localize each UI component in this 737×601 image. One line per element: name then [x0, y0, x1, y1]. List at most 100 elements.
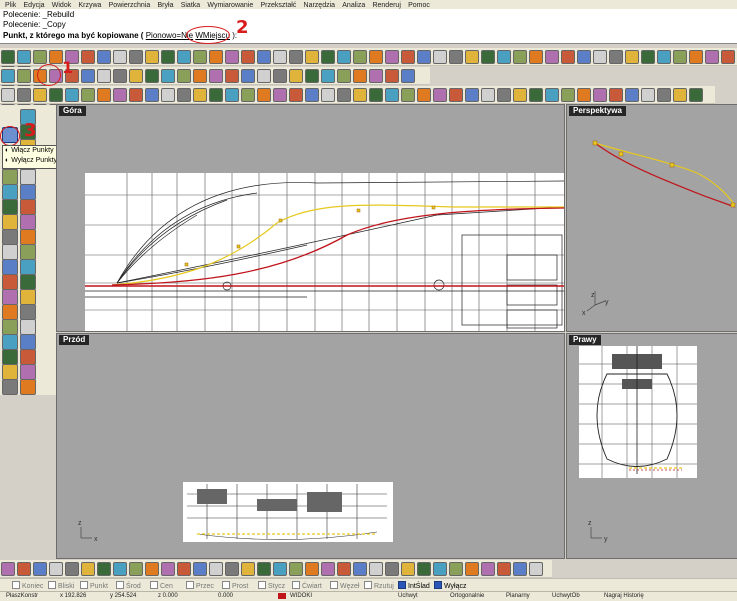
curve-tool-icon[interactable] [353, 69, 367, 83]
surface-tool-icon[interactable] [257, 88, 271, 102]
curve-tool-icon[interactable] [273, 69, 287, 83]
surface-tool-icon[interactable] [273, 88, 287, 102]
left-tool-icon[interactable] [2, 379, 18, 395]
standard-tool-icon[interactable] [657, 50, 671, 64]
surface-tool-icon[interactable] [497, 88, 511, 102]
surface-tool-icon[interactable] [1, 88, 15, 102]
standard-tool-icon[interactable] [465, 50, 479, 64]
surface-tool-icon[interactable] [625, 88, 639, 102]
bottom-tool-icon[interactable] [449, 562, 463, 576]
surface-tool-icon[interactable] [113, 88, 127, 102]
standard-tool-icon[interactable] [673, 50, 687, 64]
viewport-title-perspective[interactable]: Perspektywa [569, 106, 626, 116]
osnap-intslad[interactable]: IntŚlad [398, 581, 430, 591]
standard-tool-icon[interactable] [209, 50, 223, 64]
surface-tool-icon[interactable] [593, 88, 607, 102]
standard-tool-icon[interactable] [337, 50, 351, 64]
standard-tool-icon[interactable] [433, 50, 447, 64]
status-history[interactable]: Nagraj Historię [604, 593, 644, 600]
bottom-tool-icon[interactable] [161, 562, 175, 576]
standard-tool-icon[interactable] [1, 50, 15, 64]
standard-tool-icon[interactable] [161, 50, 175, 64]
standard-tool-icon[interactable] [721, 50, 735, 64]
bottom-tool-icon[interactable] [513, 562, 527, 576]
bottom-tool-icon[interactable] [289, 562, 303, 576]
status-planar[interactable]: Planarny [506, 593, 530, 600]
osnap-tan[interactable]: Stycz [258, 581, 285, 591]
standard-tool-icon[interactable] [49, 50, 63, 64]
standard-tool-icon[interactable] [369, 50, 383, 64]
curve-tool-icon[interactable] [113, 69, 127, 83]
bottom-tool-icon[interactable] [257, 562, 271, 576]
left-tool-icon[interactable] [2, 349, 18, 365]
bottom-tool-icon[interactable] [433, 562, 447, 576]
standard-tool-icon[interactable] [529, 50, 543, 64]
bottom-tool-icon[interactable] [65, 562, 79, 576]
viewport-perspective[interactable]: z y x Perspektywa [566, 104, 737, 332]
surface-tool-icon[interactable] [321, 88, 335, 102]
surface-tool-icon[interactable] [305, 88, 319, 102]
left-tool-icon[interactable] [2, 364, 18, 380]
surface-tool-icon[interactable] [161, 88, 175, 102]
left-tool-icon[interactable] [20, 349, 36, 365]
left-tool-icon[interactable] [2, 289, 18, 305]
standard-tool-icon[interactable] [289, 50, 303, 64]
curve-tool-icon[interactable] [257, 69, 271, 83]
curve-tool-icon[interactable] [241, 69, 255, 83]
surface-tool-icon[interactable] [465, 88, 479, 102]
surface-tool-icon[interactable] [513, 88, 527, 102]
osnap-prost[interactable]: Prost [222, 581, 248, 591]
surface-tool-icon[interactable] [641, 88, 655, 102]
standard-tool-icon[interactable] [193, 50, 207, 64]
standard-tool-icon[interactable] [401, 50, 415, 64]
curve-tool-icon[interactable] [177, 69, 191, 83]
bottom-tool-icon[interactable] [33, 562, 47, 576]
surface-tool-icon[interactable] [49, 88, 63, 102]
standard-tool-icon[interactable] [145, 50, 159, 64]
curve-tool-icon[interactable] [81, 69, 95, 83]
surface-tool-icon[interactable] [97, 88, 111, 102]
bottom-tool-icon[interactable] [193, 562, 207, 576]
curve-tool-icon[interactable] [1, 69, 15, 83]
standard-tool-icon[interactable] [705, 50, 719, 64]
standard-tool-icon[interactable] [177, 50, 191, 64]
bottom-tool-icon[interactable] [225, 562, 239, 576]
bottom-tool-icon[interactable] [529, 562, 543, 576]
bottom-tool-icon[interactable] [129, 562, 143, 576]
bottom-tool-icon[interactable] [369, 562, 383, 576]
curve-tool-icon[interactable] [97, 69, 111, 83]
surface-tool-icon[interactable] [401, 88, 415, 102]
standard-tool-icon[interactable] [593, 50, 607, 64]
surface-tool-icon[interactable] [369, 88, 383, 102]
bottom-tool-icon[interactable] [97, 562, 111, 576]
left-tool-icon[interactable] [2, 199, 18, 215]
surface-tool-icon[interactable] [337, 88, 351, 102]
surface-tool-icon[interactable] [17, 88, 31, 102]
surface-tool-icon[interactable] [449, 88, 463, 102]
bottom-tool-icon[interactable] [417, 562, 431, 576]
curve-tool-icon[interactable] [401, 69, 415, 83]
viewport-front[interactable]: z x Przód [56, 333, 565, 559]
left-tool-icon[interactable] [2, 319, 18, 335]
curve-tool-icon[interactable] [161, 69, 175, 83]
left-tool-icon[interactable] [20, 289, 36, 305]
bottom-tool-icon[interactable] [17, 562, 31, 576]
osnap-quad[interactable]: Ćwiart [292, 581, 322, 591]
osnap-knot[interactable]: Węzeł [330, 581, 359, 591]
surface-tool-icon[interactable] [385, 88, 399, 102]
viewport-title-top[interactable]: Góra [59, 106, 86, 116]
left-tool-icon[interactable] [2, 229, 18, 245]
surface-tool-icon[interactable] [33, 88, 47, 102]
curve-tool-icon[interactable] [289, 69, 303, 83]
standard-tool-icon[interactable] [449, 50, 463, 64]
standard-tool-icon[interactable] [625, 50, 639, 64]
surface-tool-icon[interactable] [193, 88, 207, 102]
curve-tool-icon[interactable] [337, 69, 351, 83]
standard-tool-icon[interactable] [385, 50, 399, 64]
status-layer[interactable]: WIDOKI [290, 593, 312, 600]
surface-tool-icon[interactable] [177, 88, 191, 102]
left-tool-icon[interactable] [2, 169, 18, 185]
surface-tool-icon[interactable] [577, 88, 591, 102]
osnap-perp[interactable]: Przec [186, 581, 214, 591]
left-tool-icon[interactable] [20, 274, 36, 290]
